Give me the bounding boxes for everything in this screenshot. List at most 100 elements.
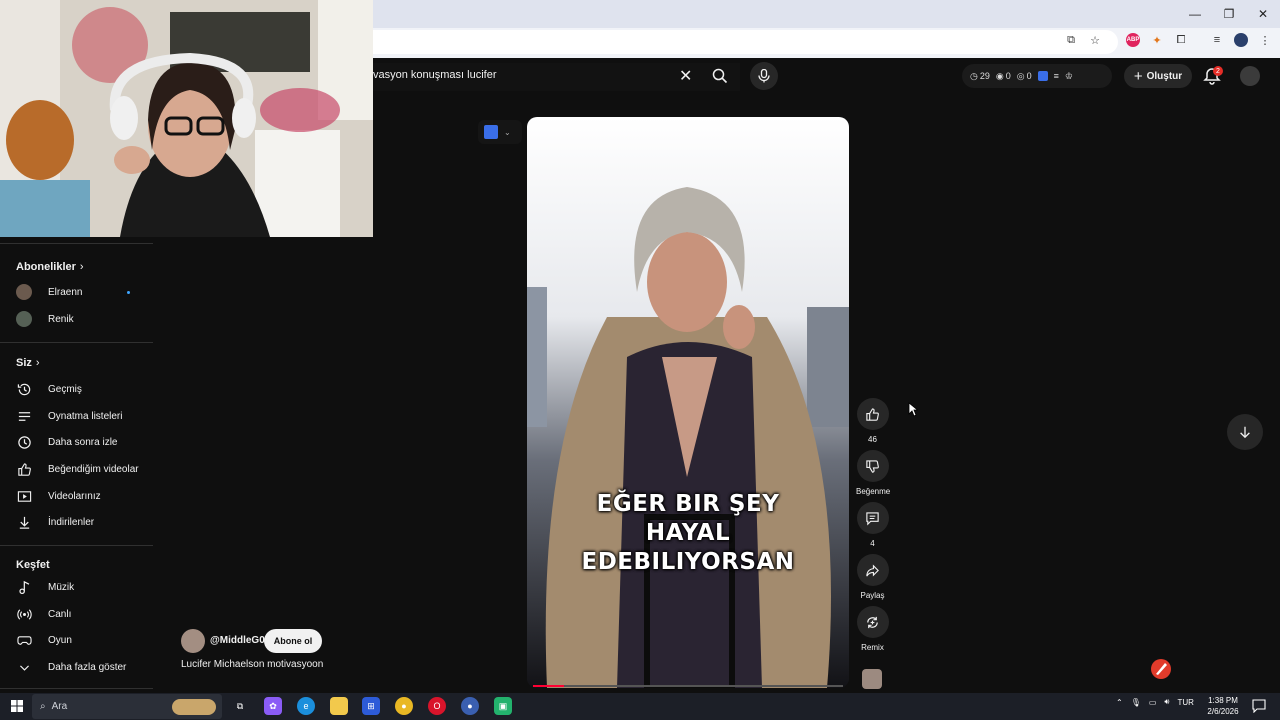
minimize-icon[interactable]: — — [1178, 0, 1212, 28]
sidebar-item-live[interactable]: Canlı — [16, 603, 151, 625]
create-button[interactable]: + Oluştur — [1124, 64, 1192, 88]
app-green-icon[interactable]: ▣ — [494, 697, 512, 715]
comments-action[interactable]: 4 — [856, 502, 889, 548]
windows-start-icon[interactable] — [8, 697, 26, 715]
task-view-icon[interactable]: ⧉ — [231, 697, 249, 715]
pen-logo-icon — [1151, 659, 1171, 679]
dislike-action[interactable]: Beğenme — [856, 450, 890, 496]
profile-avatar-icon[interactable] — [1234, 33, 1248, 47]
you-header[interactable]: Siz › — [16, 357, 40, 369]
clock-date: 2/6/2026 — [1207, 707, 1239, 716]
ext-logo-icon — [1037, 71, 1048, 81]
remix-action[interactable]: Remix — [856, 606, 889, 652]
notification-center-icon[interactable] — [1252, 699, 1266, 713]
share-action[interactable]: Paylaş — [856, 554, 889, 600]
next-short-button[interactable] — [1227, 414, 1263, 450]
volume-icon[interactable]: 🔊︎ — [1164, 697, 1169, 707]
clock-icon: ◷ — [970, 70, 978, 81]
channel-handle[interactable]: @MiddleG0 — [210, 635, 265, 646]
tray-expand-icon[interactable]: ⌃ — [1116, 698, 1123, 707]
browser-menu-icon[interactable]: ⋮ — [1258, 33, 1272, 47]
browser-toolbar-icons: ⧉ ☆ ABP ✦ ⧠ ≡ ⋮ — [1064, 33, 1272, 47]
sidebar-item-music[interactable]: Müzik — [16, 576, 151, 598]
sidebar-item-label: Daha fazla göster — [48, 661, 127, 673]
share-icon — [866, 563, 879, 577]
file-explorer-icon[interactable] — [330, 697, 348, 715]
queue-icon[interactable]: ≡ — [1054, 71, 1059, 81]
sidebar-item-label: Beğendiğim videolar — [48, 463, 139, 475]
chrome-icon[interactable]: ● — [395, 697, 413, 715]
channel-avatar — [16, 311, 32, 327]
sidebar-item-label: Elraenn — [48, 286, 83, 298]
search-query: vasyon konuşması lucifer — [373, 69, 497, 81]
taskbar-search-input[interactable]: ⌕ Ara — [32, 694, 222, 719]
ext-logo-icon — [484, 125, 498, 139]
video-icon — [16, 488, 32, 504]
extensions-puzzle-icon[interactable]: ⧠ — [1174, 33, 1188, 47]
metamask-extension-icon[interactable]: ✦ — [1150, 33, 1164, 47]
search-icon: ⌕ — [40, 701, 46, 712]
opera-icon[interactable]: O — [428, 697, 446, 715]
new-content-dot — [127, 290, 130, 294]
share-button[interactable] — [856, 554, 889, 586]
mic-icon[interactable]: 🎙︎ — [1131, 698, 1141, 707]
media-control-icon[interactable]: ≡ — [1210, 33, 1224, 47]
third-count: 0 — [1026, 71, 1032, 81]
channel-avatar[interactable] — [181, 629, 205, 653]
adblock-extension-icon[interactable]: ABP — [1126, 33, 1140, 47]
sidebar-item-history[interactable]: Geçmiş — [16, 378, 151, 400]
like-button[interactable] — [856, 398, 889, 430]
video-progress-bar[interactable] — [533, 685, 843, 687]
address-bar[interactable] — [373, 30, 1118, 54]
store-icon[interactable]: ⊞ — [362, 697, 380, 715]
sidebar-item-watch-later[interactable]: Daha sonra izle — [16, 431, 151, 453]
trophy-icon[interactable]: ♔ — [1065, 71, 1073, 82]
edge-icon[interactable]: e — [297, 697, 315, 715]
live-icon — [16, 606, 32, 622]
sidebar-item-show-more[interactable]: Daha fazla göster — [16, 656, 151, 678]
views-count: 0 — [1005, 71, 1011, 81]
clock-icon — [16, 434, 32, 450]
sidebar-item-label: Geçmiş — [48, 383, 82, 395]
channel-avatar — [16, 284, 32, 300]
share-label: Paylaş — [860, 591, 885, 600]
sidebar-item-elraenn[interactable]: Elraenn — [16, 281, 151, 303]
chrome-active-icon[interactable]: ● — [461, 697, 479, 715]
video-caption: EĞER BIR ŞEY HAYAL EDEBILIYORSAN — [527, 490, 849, 577]
extension-stats-pill[interactable]: ◷ 29 ◉ 0 ◎ 0 ≡ ♔ — [962, 64, 1112, 88]
sidebar-item-gaming[interactable]: Oyun — [16, 629, 151, 651]
sidebar-item-playlists[interactable]: Oynatma listeleri — [16, 405, 151, 427]
sidebar-item-renik[interactable]: Renik — [16, 308, 151, 330]
network-icon[interactable]: ▭ — [1149, 698, 1157, 707]
thumb-up-icon — [866, 407, 879, 421]
caption-line: HAYAL — [645, 520, 731, 546]
dislike-button[interactable] — [856, 450, 889, 482]
install-app-icon[interactable]: ⧉ — [1064, 33, 1078, 47]
copilot-icon[interactable]: ✿ — [264, 697, 282, 715]
voice-search-button[interactable] — [750, 62, 778, 90]
sidebar-item-liked-videos[interactable]: Beğendiğim videolar — [16, 458, 151, 480]
download-icon — [16, 514, 32, 530]
video-title[interactable]: Lucifer Michaelson motivasyoon — [181, 659, 323, 670]
subscribe-button[interactable]: Abone ol — [264, 629, 322, 653]
remix-button[interactable] — [856, 606, 889, 638]
sidebar-item-your-videos[interactable]: Videolarınız — [16, 485, 151, 507]
language-indicator[interactable]: TUR — [1177, 698, 1193, 707]
clear-search-icon[interactable]: ✕ — [679, 66, 692, 86]
account-avatar[interactable] — [1240, 66, 1260, 86]
like-action[interactable]: 46 — [856, 398, 889, 444]
bookmark-star-icon[interactable]: ☆ — [1088, 33, 1102, 47]
caption-line: EDEBILIYORSAN — [581, 549, 795, 575]
shorts-video-player[interactable] — [527, 117, 849, 688]
comments-button[interactable] — [856, 502, 889, 534]
extension-chip[interactable]: ⌄ — [478, 120, 522, 144]
sidebar-item-label: Renik — [48, 313, 74, 325]
caption-line: EĞER BIR ŞEY — [596, 491, 780, 517]
sidebar-item-downloads[interactable]: İndirilenler — [16, 511, 151, 533]
taskbar-clock[interactable]: 1:38 PM 2/6/2026 — [1202, 695, 1244, 717]
sound-avatar[interactable] — [862, 669, 882, 689]
subscriptions-header[interactable]: Abonelikler › — [16, 261, 84, 273]
close-window-icon[interactable]: ✕ — [1246, 0, 1280, 28]
restore-icon[interactable]: ❐ — [1212, 0, 1246, 28]
search-button[interactable] — [704, 62, 736, 90]
